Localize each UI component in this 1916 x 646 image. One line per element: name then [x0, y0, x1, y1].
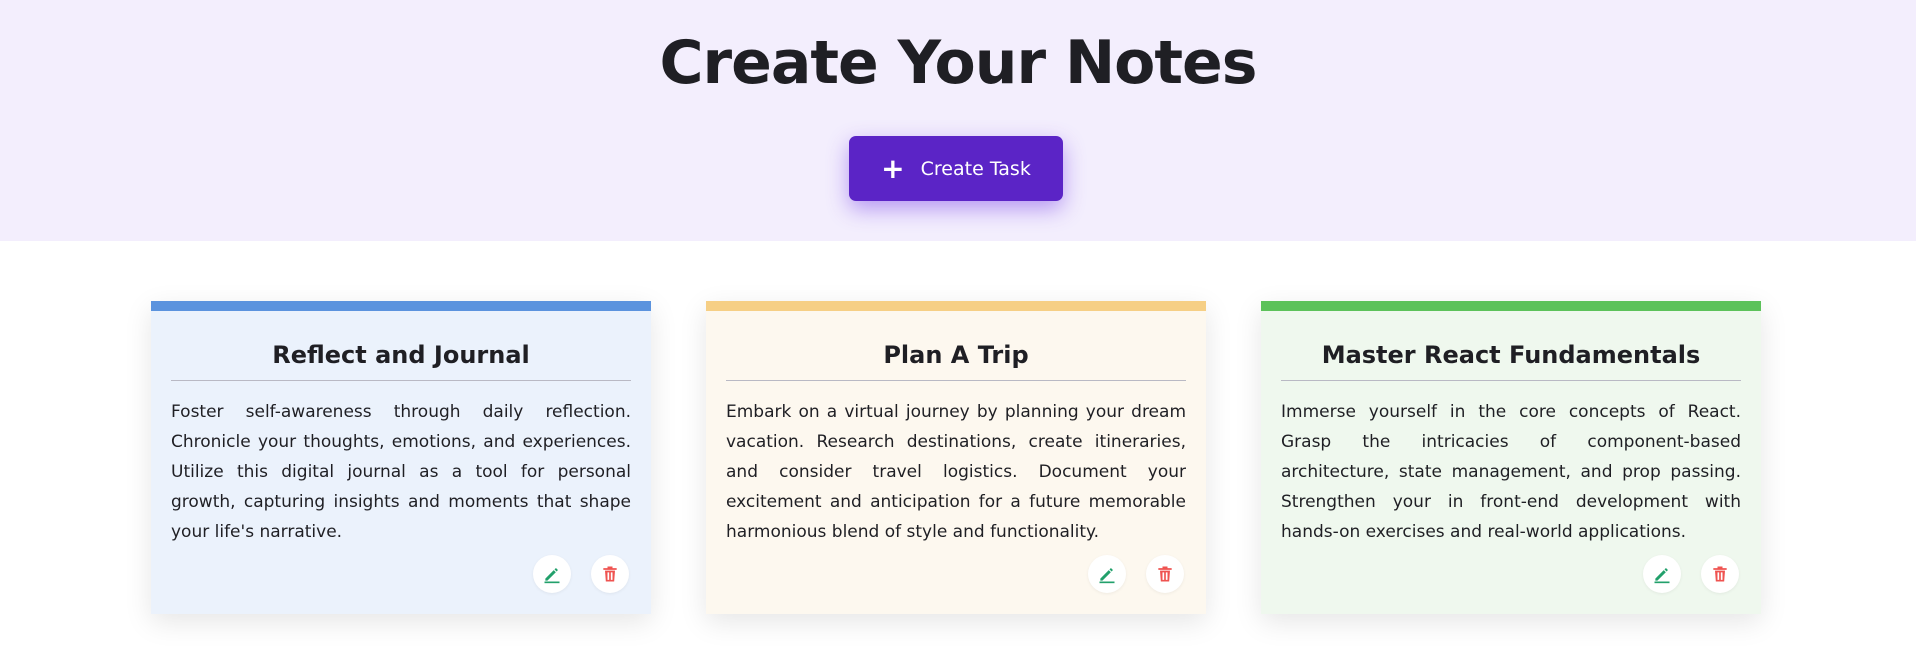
note-description: Immerse yourself in the core concepts of… [1281, 402, 1741, 542]
note-card: Reflect and Journal Foster self-awarenes… [151, 301, 651, 614]
page-title: Create Your Notes [659, 28, 1258, 98]
edit-note-button[interactable] [1088, 555, 1126, 593]
plus-icon: + [881, 151, 905, 185]
create-task-label: Create Task [920, 157, 1031, 180]
note-divider [726, 380, 1186, 381]
delete-note-button[interactable] [1146, 555, 1184, 593]
delete-note-button[interactable] [591, 555, 629, 593]
note-card: Plan A Trip Embark on a virtual journey … [706, 301, 1206, 614]
note-divider [171, 380, 631, 381]
note-title: Plan A Trip [883, 341, 1029, 369]
note-title: Master React Fundamentals [1321, 341, 1701, 369]
note-title: Reflect and Journal [272, 341, 530, 369]
pencil-icon [544, 568, 560, 584]
trash-icon [1158, 566, 1172, 582]
edit-note-button[interactable] [533, 555, 571, 593]
delete-note-button[interactable] [1701, 555, 1739, 593]
create-task-button[interactable]: + Create Task [849, 136, 1063, 201]
note-divider [1281, 380, 1741, 381]
trash-icon [603, 566, 617, 582]
note-description: Foster self-awareness through daily refl… [171, 402, 631, 542]
header-section: Create Your Notes + Create Task [0, 0, 1916, 241]
edit-note-button[interactable] [1643, 555, 1681, 593]
note-card: Master React Fundamentals Immerse yourse… [1261, 301, 1761, 614]
trash-icon [1713, 566, 1727, 582]
pencil-icon [1099, 568, 1115, 584]
note-description: Embark on a virtual journey by planning … [726, 402, 1186, 542]
pencil-icon [1654, 568, 1670, 584]
